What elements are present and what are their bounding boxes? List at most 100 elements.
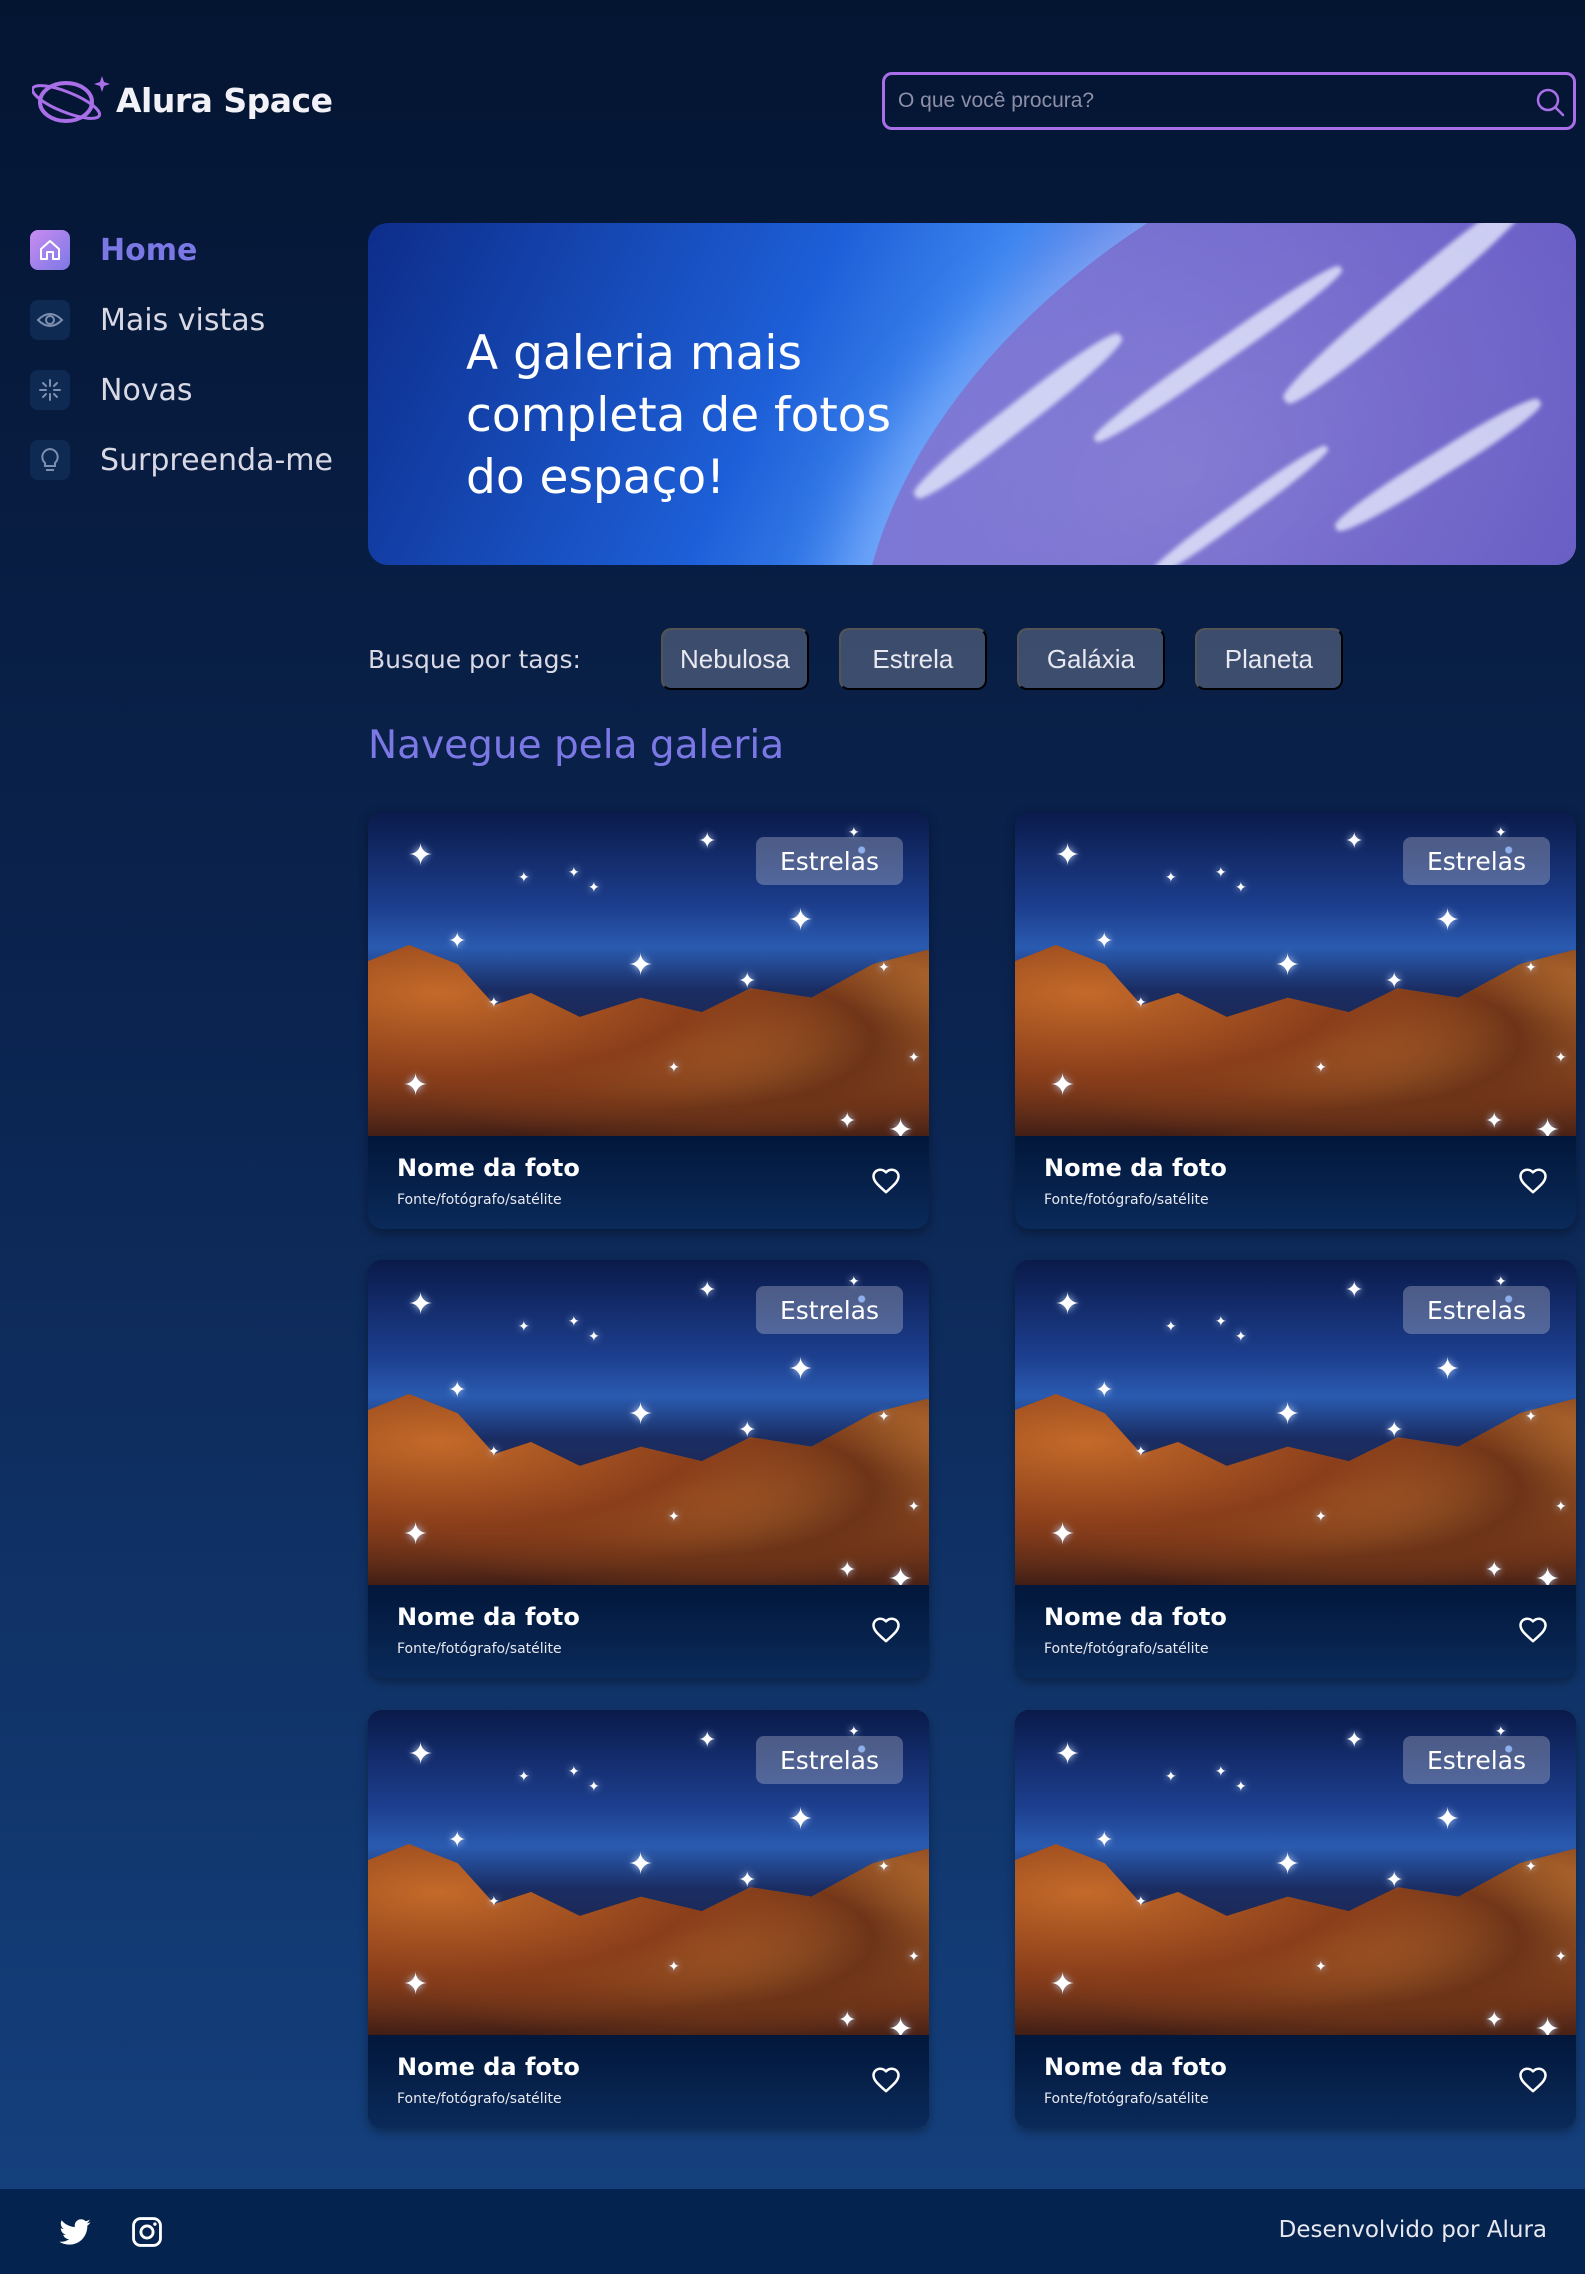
- star-sparkle: ✦: [1275, 948, 1301, 983]
- star-sparkle: ✦: [1525, 960, 1537, 976]
- heart-icon[interactable]: [871, 2065, 901, 2095]
- star-sparkle: ✦: [403, 1967, 429, 2002]
- star-sparkle: ✦: [1055, 838, 1081, 873]
- gallery-card[interactable]: ✦ ✦ ✦ ✦ ✦ ✦ ✦ ✦ ✦ ✦ ✦ ✦ ✦ ✦ ✦ ✦ ✦ Estrelas Nome da foto …: [1015, 1710, 1576, 2128]
- star-sparkle: ✦: [668, 1509, 680, 1525]
- star-sparkle: ✦: [1535, 1562, 1561, 1586]
- search-bar: [882, 72, 1576, 130]
- card-footer: Nome da foto Fonte/fotógrafo/satélite: [1015, 2035, 1576, 2128]
- star-sparkle: ✦: [878, 1859, 890, 1875]
- card-tag-badge: Estrelas: [755, 837, 903, 885]
- sidebar-item-surpreenda-me[interactable]: Surpreenda-me: [30, 425, 360, 495]
- card-source: Fonte/fotógrafo/satélite: [1044, 1641, 1209, 1657]
- card-footer: Nome da foto Fonte/fotógrafo/satélite: [1015, 1585, 1576, 1678]
- card-title: Nome da foto: [397, 2053, 580, 2081]
- heart-icon[interactable]: [1518, 2065, 1548, 2095]
- card-source: Fonte/fotógrafo/satélite: [397, 1192, 562, 1208]
- heart-icon[interactable]: [1518, 1615, 1548, 1645]
- star-sparkle: ✦: [888, 1562, 914, 1586]
- star-sparkle: ✦: [588, 1329, 600, 1345]
- star-sparkle: ✦: [1345, 1278, 1364, 1303]
- heart-icon[interactable]: [1518, 1166, 1548, 1196]
- star-sparkle: ✦: [838, 1558, 857, 1583]
- star-sparkle: ✦: [698, 1278, 717, 1303]
- star-sparkle: ✦: [1435, 1352, 1461, 1387]
- star-sparkle: ✦: [1050, 1967, 1076, 2002]
- star-sparkle: ✦: [588, 880, 600, 896]
- heart-icon[interactable]: [871, 1615, 901, 1645]
- card-tag-badge: Estrelas: [755, 1286, 903, 1334]
- card-title: Nome da foto: [1044, 2053, 1227, 2081]
- star-sparkle: ✦: [1485, 1109, 1504, 1134]
- tag-galaxia[interactable]: Galáxia: [1016, 628, 1165, 690]
- tag-nebulosa[interactable]: Nebulosa: [660, 628, 809, 690]
- star-sparkle: ✦: [568, 1764, 580, 1780]
- star-sparkle: ✦: [1385, 1418, 1404, 1443]
- star-sparkle: ✦: [1555, 1499, 1567, 1515]
- card-footer: Nome da foto Fonte/fotógrafo/satélite: [368, 2035, 929, 2128]
- star-sparkle: ✦: [1050, 1068, 1076, 1103]
- sparkle-icon: [30, 370, 70, 410]
- sidebar-item-novas[interactable]: Novas: [30, 355, 360, 425]
- sidebar-item-label: Home: [100, 232, 198, 268]
- star-sparkle: ✦: [1525, 1409, 1537, 1425]
- star-sparkle: ✦: [1215, 1764, 1227, 1780]
- star-sparkle: ✦: [668, 1959, 680, 1975]
- star-sparkle: ✦: [408, 838, 434, 873]
- star-sparkle: ✦: [1535, 2012, 1561, 2036]
- star-sparkle: ✦: [1485, 2008, 1504, 2033]
- card-title: Nome da foto: [397, 1603, 580, 1631]
- planet-logo-icon: [32, 76, 110, 123]
- search-input[interactable]: [885, 75, 1573, 127]
- star-sparkle: ✦: [488, 1894, 500, 1910]
- twitter-icon[interactable]: [58, 2215, 92, 2249]
- star-sparkle: ✦: [908, 1050, 920, 1066]
- nebula-photo[interactable]: ✦ ✦ ✦ ✦ ✦ ✦ ✦ ✦ ✦ ✦ ✦ ✦ ✦ ✦ ✦ ✦ ✦ Estrelas: [368, 1260, 929, 1585]
- star-sparkle: ✦: [1095, 929, 1114, 954]
- star-sparkle: ✦: [1555, 1050, 1567, 1066]
- nebula-photo[interactable]: ✦ ✦ ✦ ✦ ✦ ✦ ✦ ✦ ✦ ✦ ✦ ✦ ✦ ✦ ✦ ✦ ✦ Estrelas: [368, 811, 929, 1136]
- star-sparkle: ✦: [568, 865, 580, 881]
- card-source: Fonte/fotógrafo/satélite: [1044, 1192, 1209, 1208]
- star-sparkle: ✦: [1095, 1828, 1114, 1853]
- star-sparkle: ✦: [888, 1113, 914, 1137]
- gallery-card[interactable]: ✦ ✦ ✦ ✦ ✦ ✦ ✦ ✦ ✦ ✦ ✦ ✦ ✦ ✦ ✦ ✦ ✦ Estrelas Nome da foto …: [1015, 811, 1576, 1229]
- sidebar-item-home[interactable]: Home: [30, 215, 360, 285]
- nebula-photo[interactable]: ✦ ✦ ✦ ✦ ✦ ✦ ✦ ✦ ✦ ✦ ✦ ✦ ✦ ✦ ✦ ✦ ✦ Estrelas: [1015, 811, 1576, 1136]
- search-icon[interactable]: [1535, 87, 1565, 117]
- star-sparkle: ✦: [1435, 903, 1461, 938]
- gallery-card[interactable]: ✦ ✦ ✦ ✦ ✦ ✦ ✦ ✦ ✦ ✦ ✦ ✦ ✦ ✦ ✦ ✦ ✦ Estrelas Nome da foto …: [368, 811, 929, 1229]
- sidebar-item-label: Mais vistas: [100, 302, 266, 338]
- nebula-photo[interactable]: ✦ ✦ ✦ ✦ ✦ ✦ ✦ ✦ ✦ ✦ ✦ ✦ ✦ ✦ ✦ ✦ ✦ Estrelas: [368, 1710, 929, 2035]
- star-sparkle: ✦: [788, 1352, 814, 1387]
- star-sparkle: ✦: [403, 1068, 429, 1103]
- star-sparkle: ✦: [1275, 1847, 1301, 1882]
- gallery-card[interactable]: ✦ ✦ ✦ ✦ ✦ ✦ ✦ ✦ ✦ ✦ ✦ ✦ ✦ ✦ ✦ ✦ ✦ Estrelas Nome da foto …: [368, 1260, 929, 1678]
- instagram-icon[interactable]: [130, 2215, 164, 2249]
- brand-logo[interactable]: Alura Space: [32, 72, 333, 128]
- hero-banner: A galeria mais completa de fotos do espa…: [368, 223, 1576, 565]
- star-sparkle: ✦: [738, 1868, 757, 1893]
- star-sparkle: ✦: [1095, 1378, 1114, 1403]
- heart-icon[interactable]: [871, 1166, 901, 1196]
- gallery-title: Navegue pela galeria: [368, 723, 785, 768]
- tag-estrela[interactable]: Estrela: [838, 628, 987, 690]
- tags-label: Busque por tags:: [368, 644, 581, 674]
- gallery-card[interactable]: ✦ ✦ ✦ ✦ ✦ ✦ ✦ ✦ ✦ ✦ ✦ ✦ ✦ ✦ ✦ ✦ ✦ Estrelas Nome da foto …: [1015, 1260, 1576, 1678]
- star-sparkle: ✦: [1315, 1959, 1327, 1975]
- star-sparkle: ✦: [1165, 870, 1177, 886]
- brand-name: Alura Space: [116, 80, 333, 120]
- footer: Desenvolvido por Alura: [0, 2189, 1585, 2274]
- card-tag-badge: Estrelas: [1402, 837, 1550, 885]
- nebula-photo[interactable]: ✦ ✦ ✦ ✦ ✦ ✦ ✦ ✦ ✦ ✦ ✦ ✦ ✦ ✦ ✦ ✦ ✦ Estrelas: [1015, 1260, 1576, 1585]
- sidebar-item-mais-vistas[interactable]: Mais vistas: [30, 285, 360, 355]
- star-sparkle: ✦: [1345, 829, 1364, 854]
- gallery-card[interactable]: ✦ ✦ ✦ ✦ ✦ ✦ ✦ ✦ ✦ ✦ ✦ ✦ ✦ ✦ ✦ ✦ ✦ Estrelas Nome da foto …: [368, 1710, 929, 2128]
- star-sparkle: ✦: [448, 929, 467, 954]
- star-sparkle: ✦: [1135, 1444, 1147, 1460]
- star-sparkle: ✦: [628, 948, 654, 983]
- nebula-photo[interactable]: ✦ ✦ ✦ ✦ ✦ ✦ ✦ ✦ ✦ ✦ ✦ ✦ ✦ ✦ ✦ ✦ ✦ Estrelas: [1015, 1710, 1576, 2035]
- tag-planeta[interactable]: Planeta: [1194, 628, 1343, 690]
- star-sparkle: ✦: [1135, 995, 1147, 1011]
- star-sparkle: ✦: [628, 1847, 654, 1882]
